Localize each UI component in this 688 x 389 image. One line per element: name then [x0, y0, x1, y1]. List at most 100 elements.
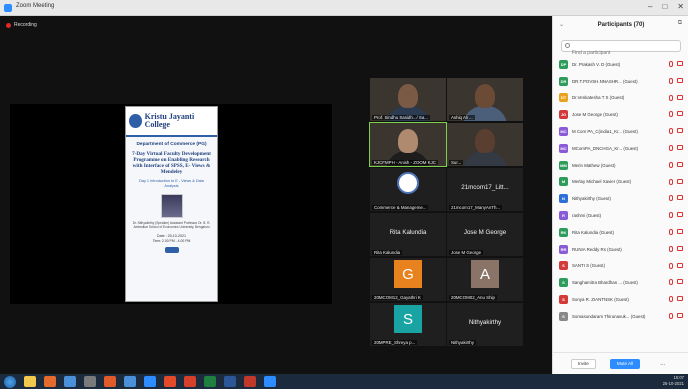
shared-screen[interactable]: Kristu Jayanti College Department of Com…	[10, 104, 332, 304]
video-tile[interactable]: Commerce & Manageme...	[370, 168, 446, 211]
taskbar-app-icon[interactable]	[184, 376, 196, 387]
taskbar-app-icon[interactable]	[64, 376, 76, 387]
poster-date: Date : 25-10-2021	[157, 234, 186, 239]
video-tile[interactable]: Prof. Sindhu Sasidh.../ Sa...	[370, 78, 446, 121]
participant-name: Rita Kalundia (Guest)	[572, 229, 614, 235]
participant-row[interactable]: MC MComPA_DNCHGA_Kr... (Guest)	[559, 140, 685, 157]
tile-name-tag: Jose M George	[449, 250, 484, 255]
video-tile[interactable]: Jose M George Jose M George	[447, 213, 523, 256]
start-button[interactable]	[4, 375, 16, 388]
video-tile[interactable]: Rita Kalundia Rita Kalundia	[370, 213, 446, 256]
participant-row[interactable]: Rrashmi (Guest)	[559, 207, 685, 224]
taskbar-app-icon[interactable]	[24, 376, 36, 387]
video-off-icon	[677, 128, 683, 134]
avatar: N	[559, 194, 568, 204]
video-tile[interactable]: G 20MCOM12_Gayathri K	[370, 258, 446, 301]
taskbar-app-icon[interactable]	[104, 376, 116, 387]
taskbar-app-icon[interactable]	[84, 376, 96, 387]
taskbar-app-icon[interactable]	[204, 376, 216, 387]
window-titlebar: Zoom Meeting – □ ✕	[0, 0, 688, 16]
invite-button[interactable]: Invite	[570, 358, 596, 369]
participant-row[interactable]: DP Dr. Prakash V. D (Guest)	[559, 56, 685, 73]
recording-indicator[interactable]: Recording	[6, 22, 37, 28]
mic-muted-icon	[669, 195, 673, 202]
participant-search[interactable]	[561, 40, 681, 58]
windows-taskbar: 15:07 25-10-2021	[0, 374, 688, 389]
participant-list: DP Dr. Prakash V. D (Guest) DR DR.T.POVSH.N…	[559, 56, 685, 325]
tile-display-name: Jose M George	[463, 229, 507, 236]
more-options-button[interactable]: ...	[654, 359, 671, 369]
search-icon	[565, 43, 570, 48]
participant-row[interactable]: RK Rita Kalundia (Guest)	[559, 224, 685, 241]
participant-row[interactable]: MM Merin Mathew (Guest)	[559, 157, 685, 174]
video-tile[interactable]: KJCFMPH - Anish - ZOOM KJC	[369, 122, 447, 167]
video-off-icon	[677, 245, 683, 251]
participant-name: Somasundaram Thirunavuk... (Guest)	[572, 313, 646, 319]
tile-name-tag: KJCFMPH - Anish - ZOOM KJC	[372, 160, 438, 165]
participant-status	[669, 228, 683, 235]
panel-footer: Invite Mute All ...	[553, 352, 688, 374]
avatar: R	[559, 211, 568, 221]
video-off-icon	[677, 178, 683, 184]
participant-row[interactable]: M Merlay Michael Xavier (Guest)	[559, 174, 685, 191]
video-tile[interactable]: 21mcom17_Litt... 21mcom17_ManyAnTh...	[447, 168, 523, 211]
taskbar-app-icon[interactable]	[44, 376, 56, 387]
participant-row[interactable]: MC M Com PA_C(india1_Kr... (Guest)	[559, 123, 685, 140]
pop-out-icon[interactable]: ⧉	[678, 20, 682, 27]
video-off-icon	[677, 212, 683, 218]
shared-poster: Kristu Jayanti College Department of Com…	[125, 106, 218, 302]
participant-row[interactable]: S Sanghamitra Bhardhan ... (Guest)	[559, 274, 685, 291]
system-tray[interactable]: 15:07 25-10-2021	[663, 375, 684, 387]
tile-name-tag: 20MCOM02_Anu Ship	[449, 295, 497, 300]
participant-status	[669, 144, 683, 151]
participant-status	[669, 262, 683, 269]
taskbar-app-icon[interactable]	[164, 376, 176, 387]
taskbar-app-icon[interactable]	[124, 376, 136, 387]
participant-name: Dr.Venkatesha T S (Guest)	[572, 95, 625, 101]
tile-display-name: 21mcom17_Litt...	[461, 184, 509, 191]
video-tile[interactable]: A 20MCOM02_Anu Ship	[447, 258, 523, 301]
participant-name: DR.T.POVSH.NNASHR... (Guest)	[572, 78, 638, 84]
participant-row[interactable]: DR DR.T.POVSH.NNASHR... (Guest)	[559, 73, 685, 90]
participant-row[interactable]: RR RUNIA Reddy Rs (Guest)	[559, 241, 685, 258]
poster-speaker: Dr. Nithyakirthy (Speaker) Assistant Pro…	[132, 221, 211, 230]
participant-name: Dr. Prakash V. D (Guest)	[572, 61, 621, 67]
video-tile[interactable]: Ashiq Ali ...	[447, 78, 523, 121]
mic-muted-icon	[669, 61, 673, 67]
participant-name: SANTI S (Guest)	[572, 263, 605, 269]
mic-muted-icon	[669, 94, 673, 101]
participant-status	[669, 161, 683, 168]
zoom-logo-icon	[4, 4, 12, 12]
participant-row[interactable]: S SANTI S (Guest)	[559, 258, 685, 275]
mic-muted-icon	[669, 212, 673, 219]
mute-all-button[interactable]: Mute All	[609, 358, 641, 369]
avatar: MC	[559, 143, 568, 153]
minimize-button[interactable]: –	[648, 2, 652, 11]
maximize-button[interactable]: □	[662, 2, 667, 11]
video-off-icon	[677, 296, 683, 302]
participant-row[interactable]: N Nithyakirthy (Guest)	[559, 190, 685, 207]
taskbar-app-icon[interactable]	[264, 376, 276, 387]
video-tile[interactable]: Nithyakirthy Nithyakirthy	[447, 303, 523, 346]
close-button[interactable]: ✕	[677, 2, 684, 11]
speaker-photo	[160, 194, 183, 219]
participant-status	[669, 195, 683, 202]
participant-row[interactable]: DT Dr.Venkatesha T S (Guest)	[559, 90, 685, 107]
participant-row[interactable]: S Sonya R. ZIANTNSK (Guest)	[559, 291, 685, 308]
video-tile[interactable]: S 20MPRE_Shreya p...	[370, 303, 446, 346]
participant-row[interactable]: JG Jose M George (Guest)	[559, 106, 685, 123]
avatar: S	[559, 311, 568, 321]
video-tile[interactable]: Sur...	[447, 123, 523, 166]
participants-title: Participants (70)	[597, 22, 645, 28]
participant-name: M Com PA_C(india1_Kr... (Guest)	[572, 129, 638, 135]
participant-row[interactable]: S Somasundaram Thirunavuk... (Guest)	[559, 308, 685, 325]
taskbar-app-icon[interactable]	[144, 376, 156, 387]
mic-muted-icon	[669, 128, 673, 135]
poster-programme: 7-Day Virtual Faculty Development Progra…	[132, 151, 211, 175]
taskbar-app-icon[interactable]	[224, 376, 236, 387]
taskbar-app-icon[interactable]	[244, 376, 256, 387]
video-off-icon	[677, 144, 683, 150]
video-off-icon	[677, 61, 683, 66]
tile-display-name: Nithyakirthy	[468, 319, 502, 326]
avatar: JG	[559, 110, 568, 120]
